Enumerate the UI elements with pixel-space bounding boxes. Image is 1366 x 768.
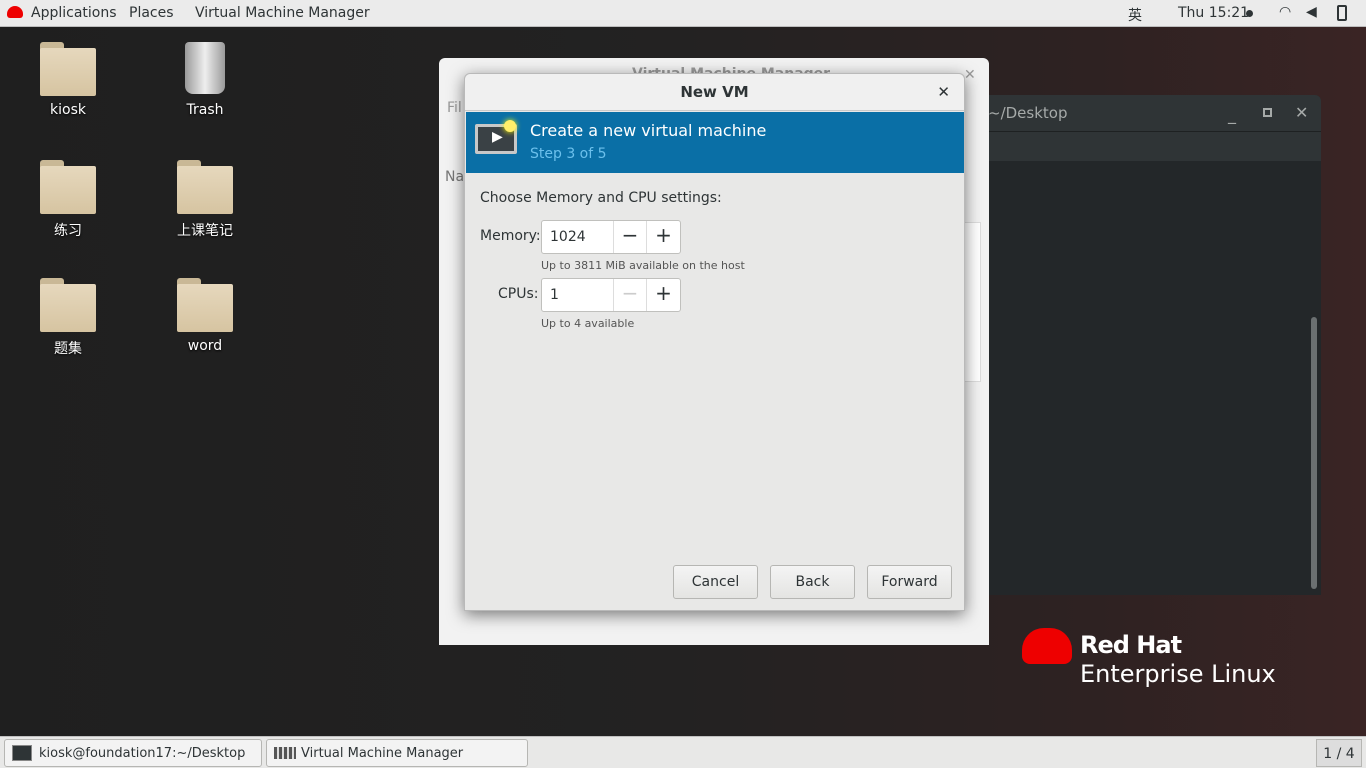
icon-label: 题集 (54, 341, 82, 357)
icon-label: Trash (186, 102, 224, 118)
new-vm-dialog[interactable]: New VM ✕ ▶ Create a new virtual machine … (464, 73, 965, 611)
star-icon (504, 120, 516, 132)
brand-line1: Red Hat (1080, 631, 1182, 659)
close-icon[interactable]: ✕ (964, 67, 976, 83)
taskbar-item-vmm[interactable]: Virtual Machine Manager (266, 739, 528, 767)
redhat-hat-icon (1022, 628, 1072, 664)
column-name[interactable]: Na (445, 169, 464, 185)
brand-line2: Enterprise Linux (1080, 660, 1276, 688)
menu-file[interactable]: Fil (447, 100, 462, 116)
dialog-header: New VM ✕ (465, 74, 964, 111)
desktop-icon-trash[interactable]: Trash (150, 42, 260, 118)
cpus-input[interactable]: 1 (542, 279, 614, 311)
cancel-button[interactable]: Cancel (673, 565, 758, 599)
desktop-icon-kiosk[interactable]: kiosk (13, 42, 123, 118)
close-icon[interactable]: ✕ (1295, 103, 1308, 122)
clock[interactable]: Thu 15:21 (1178, 5, 1249, 21)
task-label: kiosk@foundation17:~/Desktop (39, 746, 246, 761)
prompt: Choose Memory and CPU settings: (480, 190, 722, 206)
cpus-decrement-button[interactable]: − (614, 279, 647, 311)
close-icon[interactable]: ✕ (937, 83, 950, 101)
cpus-spinbutton[interactable]: 1 − + (541, 278, 681, 312)
banner-title: Create a new virtual machine (530, 121, 767, 140)
app-menu[interactable]: Virtual Machine Manager (195, 5, 370, 21)
applications-menu[interactable]: Applications (31, 5, 117, 21)
taskbar: kiosk@foundation17:~/Desktop Virtual Mac… (0, 736, 1366, 768)
top-bar: Applications Places Virtual Machine Mana… (0, 0, 1366, 27)
folder-icon (40, 278, 96, 332)
memory-increment-button[interactable]: + (647, 221, 680, 253)
redhat-menu-icon (7, 6, 23, 18)
folder-icon (40, 160, 96, 214)
cpus-increment-button[interactable]: + (647, 279, 680, 311)
places-menu[interactable]: Places (129, 5, 174, 21)
memory-label: Memory: (480, 228, 541, 244)
icon-label: 练习 (54, 223, 82, 239)
banner-step: Step 3 of 5 (530, 146, 607, 162)
icon-label: 上课笔记 (177, 223, 233, 239)
terminal-body[interactable] (960, 161, 1321, 595)
desktop-icon-folder[interactable]: 练习 (13, 160, 123, 240)
minimize-icon[interactable]: _ (1228, 105, 1236, 124)
cpus-hint: Up to 4 available (541, 317, 635, 330)
icon-label: word (187, 338, 223, 354)
wifi-icon[interactable]: ◠ (1279, 4, 1291, 20)
terminal-icon (12, 745, 32, 761)
terminal-window[interactable]: ~/Desktop _ ✕ (960, 95, 1321, 595)
taskbar-item-terminal[interactable]: kiosk@foundation17:~/Desktop (4, 739, 262, 767)
notification-dot-icon (1246, 10, 1253, 17)
maximize-icon[interactable] (1263, 108, 1272, 117)
volume-muted-icon[interactable]: ◀ (1306, 4, 1317, 20)
memory-decrement-button[interactable]: − (614, 221, 647, 253)
back-button[interactable]: Back (770, 565, 855, 599)
input-method-indicator[interactable]: 英 (1128, 5, 1142, 25)
memory-input[interactable]: 1024 (542, 221, 614, 253)
memory-hint: Up to 3811 MiB available on the host (541, 259, 745, 272)
wizard-banner: ▶ Create a new virtual machine Step 3 of… (466, 112, 964, 173)
vmm-icon (274, 747, 296, 759)
dialog-title: New VM (680, 83, 749, 101)
cpus-label: CPUs: (498, 286, 539, 302)
workspace-indicator[interactable]: 1 / 4 (1316, 739, 1362, 767)
folder-icon (177, 160, 233, 214)
trash-icon (185, 42, 225, 94)
battery-icon[interactable] (1337, 5, 1347, 21)
task-label: Virtual Machine Manager (301, 746, 464, 761)
home-folder-icon (40, 42, 96, 96)
desktop-icon-folder[interactable]: 上课笔记 (150, 160, 260, 240)
desktop-icon-folder[interactable]: word (150, 278, 260, 354)
folder-icon (177, 278, 233, 332)
desktop-icon-folder[interactable]: 题集 (13, 278, 123, 358)
icon-label: kiosk (50, 102, 86, 118)
terminal-scrollbar[interactable] (1311, 317, 1317, 589)
forward-button[interactable]: Forward (867, 565, 952, 599)
memory-spinbutton[interactable]: 1024 − + (541, 220, 681, 254)
